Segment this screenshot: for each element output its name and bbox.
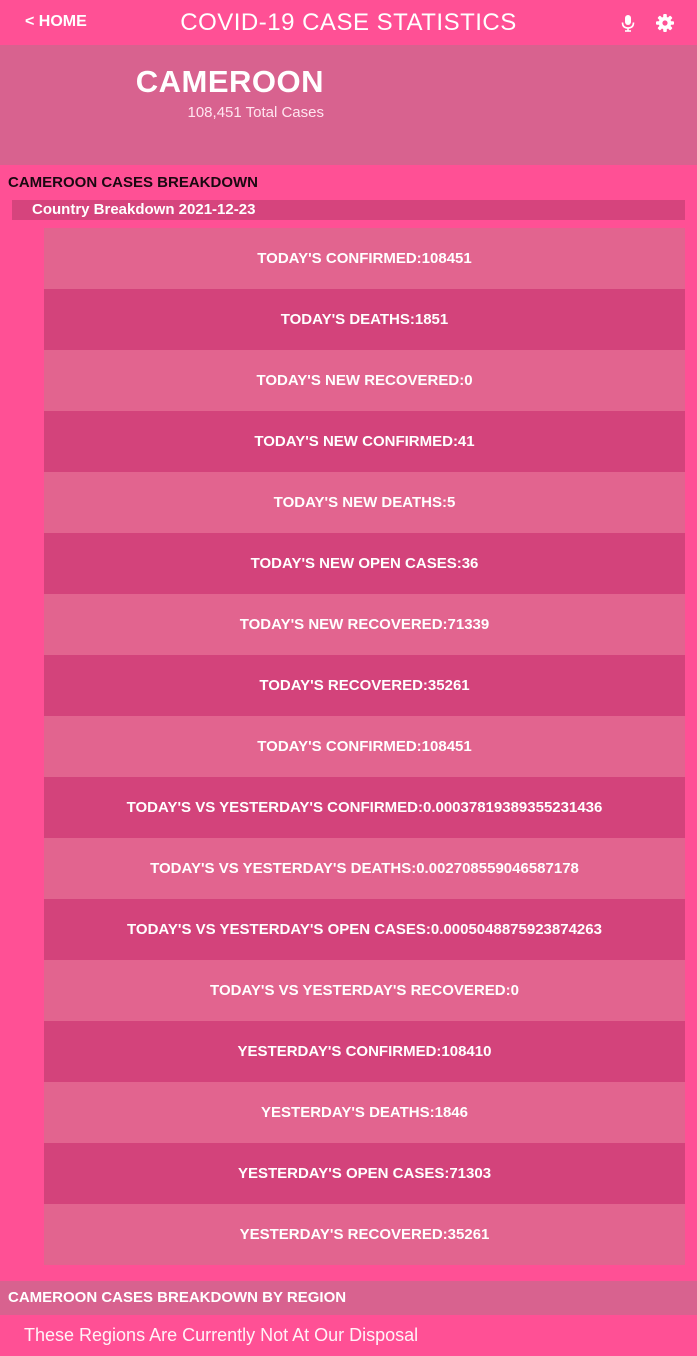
microphone-icon[interactable]: [617, 12, 639, 34]
stat-row: TODAY'S RECOVERED:35261: [44, 655, 685, 716]
gear-icon[interactable]: [654, 12, 676, 34]
stat-row: TODAY'S DEATHS:1851: [44, 289, 685, 350]
region-breakdown-header: CAMEROON CASES BREAKDOWN BY REGION: [0, 1281, 697, 1315]
stat-row: TODAY'S CONFIRMED:108451: [44, 716, 685, 777]
stat-row: TODAY'S NEW RECOVERED:71339: [44, 594, 685, 655]
stat-row: TODAY'S NEW RECOVERED:0: [44, 350, 685, 411]
stat-row: YESTERDAY'S CONFIRMED:108410: [44, 1021, 685, 1082]
stat-row: YESTERDAY'S OPEN CASES:71303: [44, 1143, 685, 1204]
country-breakdown-label: Country Breakdown 2021-12-23: [32, 201, 256, 218]
region-unavailable-message: These Regions Are Currently Not At Our D…: [24, 1325, 419, 1345]
app-header: < HOME COVID-19 CASE STATISTICS: [0, 0, 697, 45]
stat-row: TODAY'S VS YESTERDAY'S CONFIRMED:0.00037…: [44, 777, 685, 838]
country-breakdown-header[interactable]: Country Breakdown 2021-12-23: [12, 200, 685, 220]
stat-row: TODAY'S VS YESTERDAY'S RECOVERED:0: [44, 960, 685, 1021]
stats-list: TODAY'S CONFIRMED:108451 TODAY'S DEATHS:…: [44, 228, 685, 1265]
stat-row: TODAY'S NEW DEATHS:5: [44, 472, 685, 533]
stat-row: TODAY'S VS YESTERDAY'S DEATHS:0.00270855…: [44, 838, 685, 899]
country-hero: CAMEROON 108,451 Total Cases: [0, 45, 697, 165]
stat-row: YESTERDAY'S RECOVERED:35261: [44, 1204, 685, 1265]
region-breakdown-title: CAMEROON CASES BREAKDOWN BY REGION: [8, 1289, 347, 1306]
breakdown-title: CAMEROON CASES BREAKDOWN: [8, 174, 259, 191]
stat-row: TODAY'S NEW OPEN CASES:36: [44, 533, 685, 594]
total-cases: 108,451 Total Cases: [187, 104, 325, 121]
app-title: COVID-19 CASE STATISTICS: [180, 9, 517, 36]
country-name: CAMEROON: [135, 64, 324, 99]
stat-row: TODAY'S NEW CONFIRMED:41: [44, 411, 685, 472]
stat-row: TODAY'S CONFIRMED:108451: [44, 228, 685, 289]
stat-row: YESTERDAY'S DEATHS:1846: [44, 1082, 685, 1143]
stat-row: TODAY'S VS YESTERDAY'S OPEN CASES:0.0005…: [44, 899, 685, 960]
